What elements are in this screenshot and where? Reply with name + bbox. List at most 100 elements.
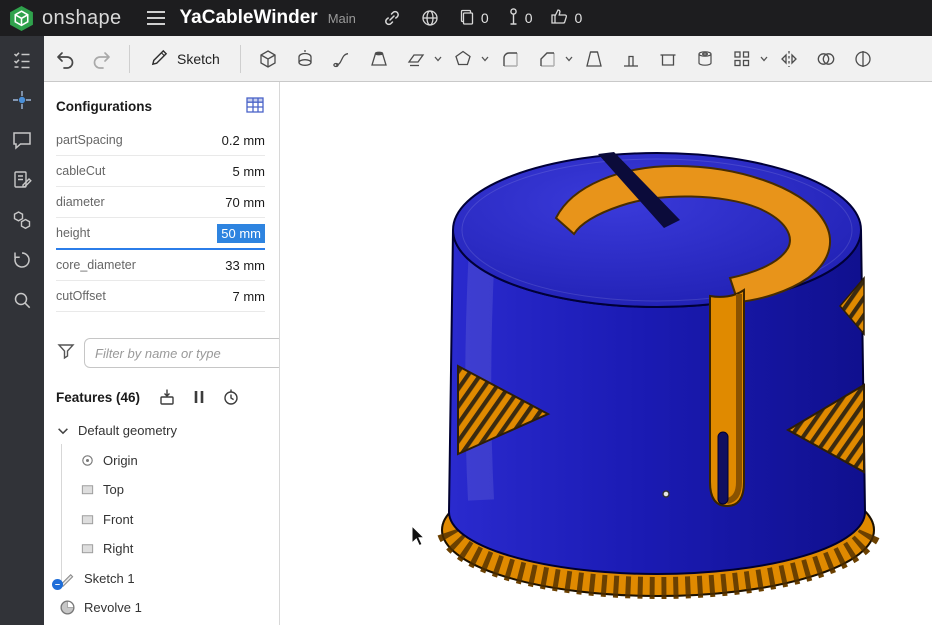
pause-icon[interactable] (192, 389, 206, 405)
sweep-icon[interactable] (325, 41, 359, 77)
toolbar-separator (129, 44, 130, 73)
config-name: core_diameter (56, 258, 136, 272)
config-value[interactable]: 33 mm (225, 258, 265, 273)
features-toolbar (158, 388, 240, 406)
copy-icon (458, 8, 476, 29)
fillet-icon[interactable] (493, 41, 527, 77)
hole-icon[interactable] (688, 41, 722, 77)
sketch-icon: – (52, 570, 76, 590)
enclose-icon[interactable] (446, 41, 480, 77)
split-icon[interactable] (846, 41, 880, 77)
filter-input[interactable] (84, 338, 279, 368)
thumbs-up-icon (550, 7, 569, 29)
config-row-cablecut[interactable]: cableCut 5 mm (56, 156, 265, 187)
likes-count[interactable]: 0 (550, 7, 582, 29)
filter-funnel-icon[interactable] (57, 342, 75, 365)
tree-label: Top (103, 482, 124, 498)
left-icon-strip (0, 36, 44, 625)
chevron-down-icon[interactable] (564, 56, 574, 62)
config-value[interactable]: 0.2 mm (222, 133, 265, 148)
features-header: Features (46) (44, 372, 279, 414)
rib-icon[interactable] (614, 41, 648, 77)
loft-icon[interactable] (362, 41, 396, 77)
menu-icon[interactable] (146, 10, 166, 26)
public-globe-icon[interactable] (420, 8, 440, 28)
feature-list-icon[interactable] (5, 44, 39, 76)
config-row-partspacing[interactable]: partSpacing 0.2 mm (56, 125, 265, 156)
revolve-icon[interactable] (288, 41, 322, 77)
config-row-height[interactable]: height 50 mm (56, 218, 265, 250)
rollback-clock-icon[interactable] (222, 388, 240, 406)
config-name: cableCut (56, 164, 106, 178)
tree-label: Front (103, 511, 134, 527)
shell-icon[interactable] (651, 41, 685, 77)
chevron-down-icon[interactable] (433, 56, 443, 62)
enclose-combo (446, 41, 490, 77)
tree-item-top-plane[interactable]: Top (44, 475, 279, 505)
versions-icon[interactable] (5, 244, 39, 276)
share-link-icon[interactable] (382, 8, 402, 28)
config-table-icon[interactable] (245, 96, 265, 117)
tree-item-origin[interactable]: Origin (44, 446, 279, 476)
onshape-logo-icon[interactable] (9, 5, 34, 32)
sketch-label: Sketch (177, 50, 220, 67)
configuration-list: partSpacing 0.2 mm cableCut 5 mm diamete… (44, 125, 279, 312)
tree-item-front-plane[interactable]: Front (44, 505, 279, 535)
pencil-icon (150, 48, 169, 70)
chevron-down-icon[interactable] (56, 424, 70, 438)
search-icon[interactable] (5, 284, 39, 316)
config-value-selected[interactable]: 50 mm (217, 223, 265, 243)
configurations-title: Configurations (56, 99, 152, 114)
redo-button[interactable] (85, 41, 119, 77)
config-name: partSpacing (56, 133, 123, 147)
config-value[interactable]: 7 mm (233, 289, 266, 304)
chevron-down-icon[interactable] (759, 56, 769, 62)
topbar-actions: 0 0 0 (382, 7, 582, 30)
insert-feature-icon[interactable] (158, 388, 176, 406)
config-value[interactable]: 5 mm (233, 164, 266, 179)
onshape-app: onshape YaCableWinder Main 0 0 0 Sketch … (0, 0, 932, 625)
mate-connector-icon[interactable] (5, 84, 39, 116)
tree-item-right-plane[interactable]: Right (44, 534, 279, 564)
copies-count[interactable]: 0 (458, 8, 489, 29)
report-icon[interactable] (5, 164, 39, 196)
comment-icon[interactable] (5, 124, 39, 156)
sketch-button[interactable]: Sketch (140, 41, 230, 77)
plane-icon (80, 482, 95, 497)
mirror-icon[interactable] (772, 41, 806, 77)
feature-tree: Default geometry Origin Top Front Right (44, 414, 279, 625)
graphics-viewport[interactable] (280, 82, 932, 625)
config-row-diameter[interactable]: diameter 70 mm (56, 187, 265, 218)
config-row-cutoffset[interactable]: cutOffset 7 mm (56, 281, 265, 312)
feature-toolbar: Sketch (44, 36, 932, 82)
plane-icon (80, 541, 95, 556)
origin-point-marker (662, 490, 670, 498)
boolean-icon[interactable] (809, 41, 843, 77)
likes-value: 0 (574, 10, 583, 26)
tree-label: Revolve 1 (84, 600, 142, 616)
left-panel: Configurations partSpacing 0.2 mm cableC… (44, 82, 280, 625)
chevron-down-icon[interactable] (480, 56, 490, 62)
chamfer-combo (530, 41, 574, 77)
config-value[interactable]: 70 mm (225, 195, 265, 210)
undo-button[interactable] (48, 41, 82, 77)
extrude-icon[interactable] (251, 41, 285, 77)
document-title: YaCableWinder (179, 7, 318, 28)
tree-item-revolve-1[interactable]: Revolve 1 (44, 593, 279, 623)
cable-winder-model (437, 152, 881, 599)
tree-label: Default geometry (78, 423, 177, 439)
follow-icon (507, 7, 520, 30)
pattern-icon[interactable] (725, 41, 759, 77)
thicken-icon[interactable] (399, 41, 433, 77)
tree-item-default-geometry[interactable]: Default geometry (44, 416, 279, 446)
parts-icon[interactable] (5, 204, 39, 236)
config-row-core-diameter[interactable]: core_diameter 33 mm (56, 250, 265, 281)
configurations-header: Configurations (44, 82, 279, 125)
thicken-combo (399, 41, 443, 77)
chamfer-icon[interactable] (530, 41, 564, 77)
draft-icon[interactable] (577, 41, 611, 77)
workspace-name[interactable]: Main (328, 11, 356, 26)
config-name: height (56, 226, 91, 240)
tree-item-sketch-1[interactable]: – Sketch 1 (44, 564, 279, 594)
forks-count[interactable]: 0 (507, 7, 532, 30)
